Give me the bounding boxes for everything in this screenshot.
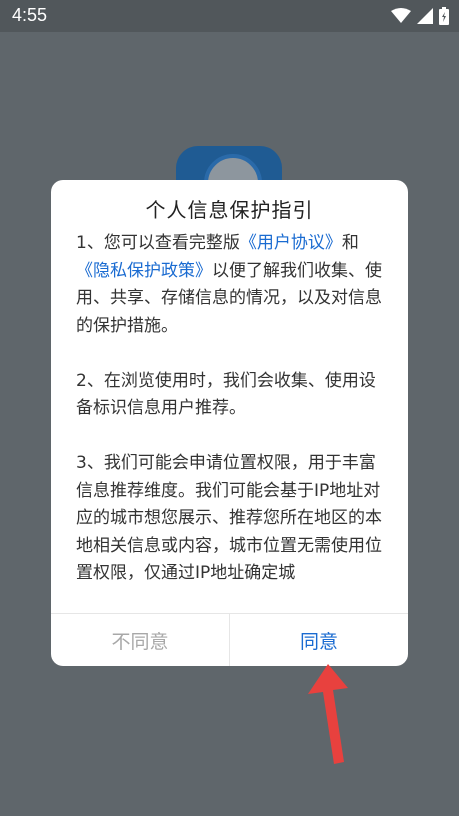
wifi-icon: [391, 8, 411, 23]
paragraph-3: 3、我们可能会申请位置权限，用于丰富信息推荐维度。我们可能会基于IP地址对应的城…: [76, 453, 382, 583]
paragraph-2: 2、在浏览使用时，我们会收集、使用设备标识信息用户推荐。: [76, 370, 376, 419]
status-icons: [391, 6, 449, 26]
decline-button[interactable]: 不同意: [51, 614, 230, 666]
user-agreement-link[interactable]: 《用户协议》: [240, 233, 342, 253]
signal-icon: [417, 8, 433, 24]
agree-button[interactable]: 同意: [230, 614, 408, 666]
dialog-footer: 不同意 同意: [51, 613, 408, 666]
status-time: 4:55: [12, 5, 48, 25]
dialog-title: 个人信息保护指引: [145, 198, 314, 222]
dialog-body[interactable]: 1、您可以查看完整版《用户协议》和《隐私保护政策》以便了解我们收集、使用、共享、…: [76, 230, 386, 614]
paragraph-1-text-a: 1、您可以查看完整版: [76, 233, 240, 253]
status-bar: 4:55: [0, 0, 459, 32]
battery-icon: [439, 7, 449, 25]
privacy-policy-link[interactable]: 《隐私保护政策》: [76, 261, 212, 281]
paragraph-1-text-b: 和: [341, 233, 359, 253]
red-arrow: [308, 664, 348, 764]
privacy-dialog: 个人信息保护指引 1、您可以查看完整版《用户协议》和《隐私保护政策》以便了解我们…: [51, 180, 408, 666]
paragraph-1: 1、您可以查看完整版《用户协议》和《隐私保护政策》以便了解我们收集、使用、共享、…: [76, 230, 386, 340]
